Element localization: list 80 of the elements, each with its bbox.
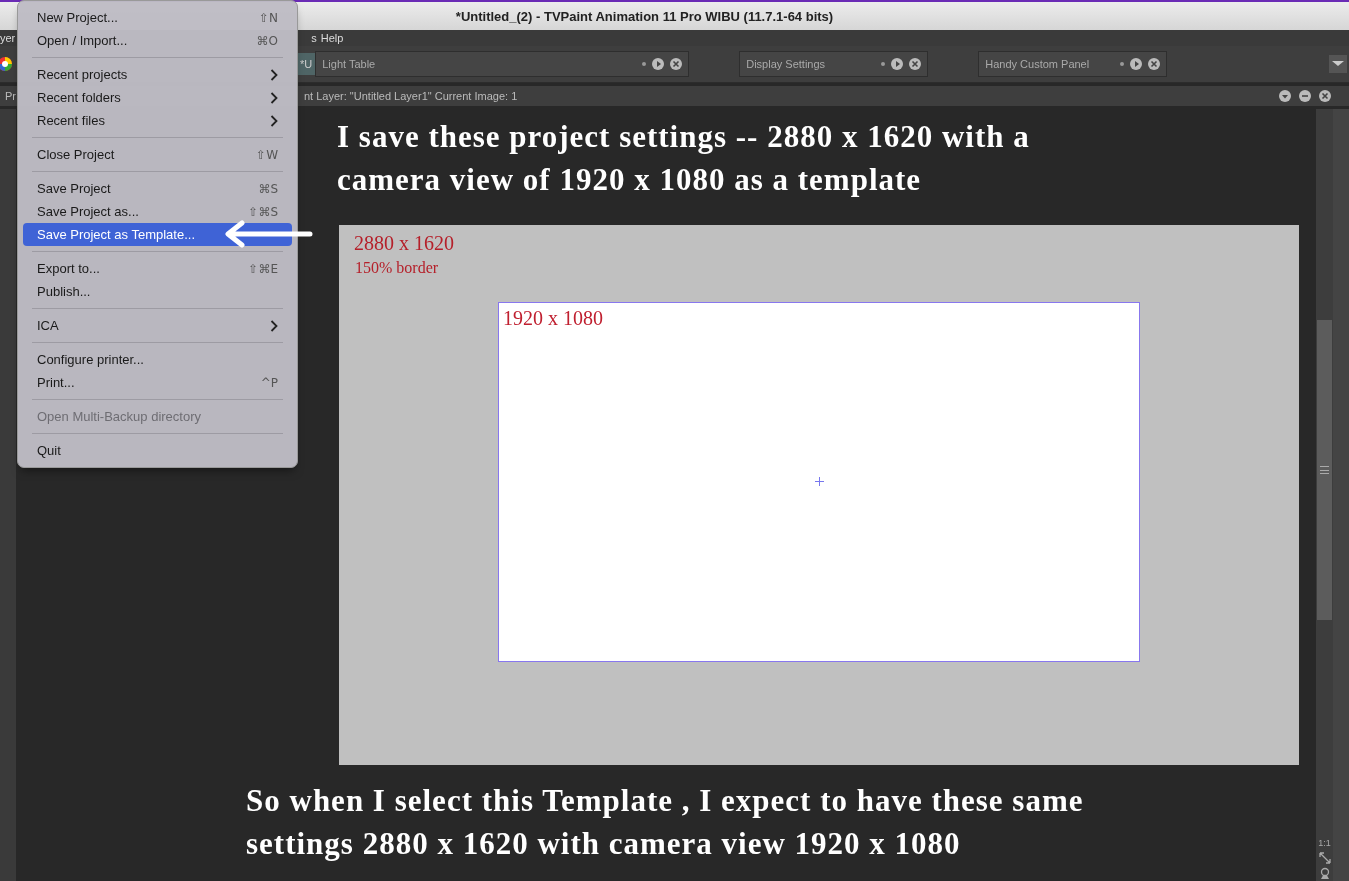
menu-item-label: Recent files	[37, 113, 106, 128]
scroll-thumb[interactable]	[1317, 320, 1332, 620]
panel-title: Display Settings	[746, 58, 827, 70]
menu-item-label: Save Project as...	[37, 204, 140, 219]
border-label: 150% border	[355, 259, 439, 277]
panel-label: Pr	[5, 90, 16, 102]
menu-item-label: Open / Import...	[37, 33, 129, 48]
shortcut-label: ⌘O	[256, 33, 278, 48]
menu-item[interactable]: s	[311, 32, 317, 44]
window-title: *Untitled_(2) - TVPaint Animation 11 Pro WIBU (11.7.1-64 bits)	[455, 8, 834, 24]
panel-tab[interactable]: Display Settings	[739, 51, 929, 77]
menu-item-label: Save Project	[37, 181, 112, 196]
menu-item[interactable]: yer	[0, 32, 16, 44]
dropdown-icon[interactable]	[1329, 55, 1347, 73]
menu-item[interactable]: Print... ^P	[23, 371, 292, 394]
menu-item[interactable]: Export to... ⇧⌘E	[23, 257, 292, 280]
crosshair-icon	[815, 477, 824, 486]
menu-item[interactable]: Close Project ⇧W	[23, 143, 292, 166]
camera-size-label: 1920 x 1080	[503, 307, 604, 330]
annotation-text: So when I select this Template , I expect to have these same settings 2880 x 1620 with camera view 1920 x 1080	[246, 782, 1085, 863]
menu-item[interactable]: Configure printer...	[23, 348, 292, 371]
menu-item-label: New Project...	[37, 10, 119, 25]
play-icon[interactable]	[891, 58, 904, 70]
shortcut-label: ⇧⌘E	[248, 261, 278, 276]
play-icon[interactable]	[1130, 58, 1143, 70]
menu-item[interactable]: Save Project ⌘S	[23, 177, 292, 200]
panel-tab[interactable]: Handy Custom Panel	[978, 51, 1168, 77]
chevron-icon	[270, 114, 278, 127]
canvas-size-label: 2880 x 1620	[354, 232, 454, 255]
resize-icon[interactable]	[1318, 852, 1331, 864]
menu-item[interactable]: Publish...	[23, 280, 292, 303]
menu-item[interactable]: Save Project as Template...	[23, 223, 292, 246]
minimize-icon[interactable]	[1299, 90, 1311, 102]
menu-item-label: Quit	[37, 443, 62, 458]
menu-item-label: ICA	[37, 318, 60, 333]
shortcut-label: ⇧⌘S	[248, 204, 278, 219]
menu-item[interactable]: Quit	[23, 439, 292, 462]
close-icon[interactable]	[1148, 58, 1161, 70]
menu-item-label: Export to...	[37, 261, 101, 276]
menu-item[interactable]: Save Project as... ⇧⌘S	[23, 200, 292, 223]
chevron-icon	[270, 68, 278, 81]
color-wheel-icon[interactable]	[0, 56, 13, 72]
panel-tab[interactable]: Light Table	[315, 51, 690, 77]
menu-item-label: Recent folders	[37, 90, 122, 105]
menu-item-label: Open Multi-Backup directory	[37, 409, 202, 424]
dot-icon	[881, 62, 886, 66]
menu-item-label: Recent projects	[37, 67, 129, 82]
grip-icon	[1320, 466, 1329, 474]
dot-icon	[1120, 62, 1125, 66]
dropdown-icon[interactable]	[1279, 90, 1291, 102]
menu-item[interactable]: Open / Import... ⌘O	[23, 29, 292, 52]
shortcut-label: ⇧W	[256, 147, 278, 162]
menu-item[interactable]: Recent projects	[23, 63, 292, 86]
close-icon[interactable]	[1319, 90, 1331, 102]
scrollbar[interactable]: 1:1	[1316, 109, 1333, 881]
chevron-icon	[270, 319, 278, 332]
zoom-reset-button[interactable]: 1:1	[1318, 837, 1331, 849]
shortcut-label: ^P	[260, 375, 278, 390]
camera-icon[interactable]	[1318, 867, 1331, 879]
menu-item-label: Publish...	[37, 284, 92, 299]
dot-icon	[642, 62, 647, 66]
menu-item[interactable]: ICA	[23, 314, 292, 337]
play-icon[interactable]	[652, 58, 665, 70]
menu-item[interactable]: New Project... ⇧N	[23, 6, 292, 29]
shortcut-label: ⇧N	[258, 10, 278, 25]
panel-title: Handy Custom Panel	[985, 58, 1091, 70]
menu-item-label: Close Project	[37, 147, 116, 162]
menu-item-label: Configure printer...	[37, 352, 145, 367]
menu-item-label: Print...	[37, 375, 76, 390]
menu-item[interactable]: Recent files	[23, 109, 292, 132]
chevron-icon	[270, 91, 278, 104]
menu-item[interactable]: Help	[320, 32, 344, 44]
annotation-text: I save these project settings -- 2880 x 1620 with a camera view of 1920 x 1080 as a template	[337, 118, 1031, 199]
close-icon[interactable]	[909, 58, 922, 70]
menu-item[interactable]: Recent folders	[23, 86, 292, 109]
close-icon[interactable]	[670, 58, 683, 70]
layer-info: nt Layer: "Untitled Layer1" Current Image: 1	[304, 90, 518, 102]
shortcut-label: ⌘S	[258, 181, 278, 196]
panel-title: Light Table	[322, 58, 377, 70]
menu-item-label: Save Project as Template...	[37, 227, 196, 242]
